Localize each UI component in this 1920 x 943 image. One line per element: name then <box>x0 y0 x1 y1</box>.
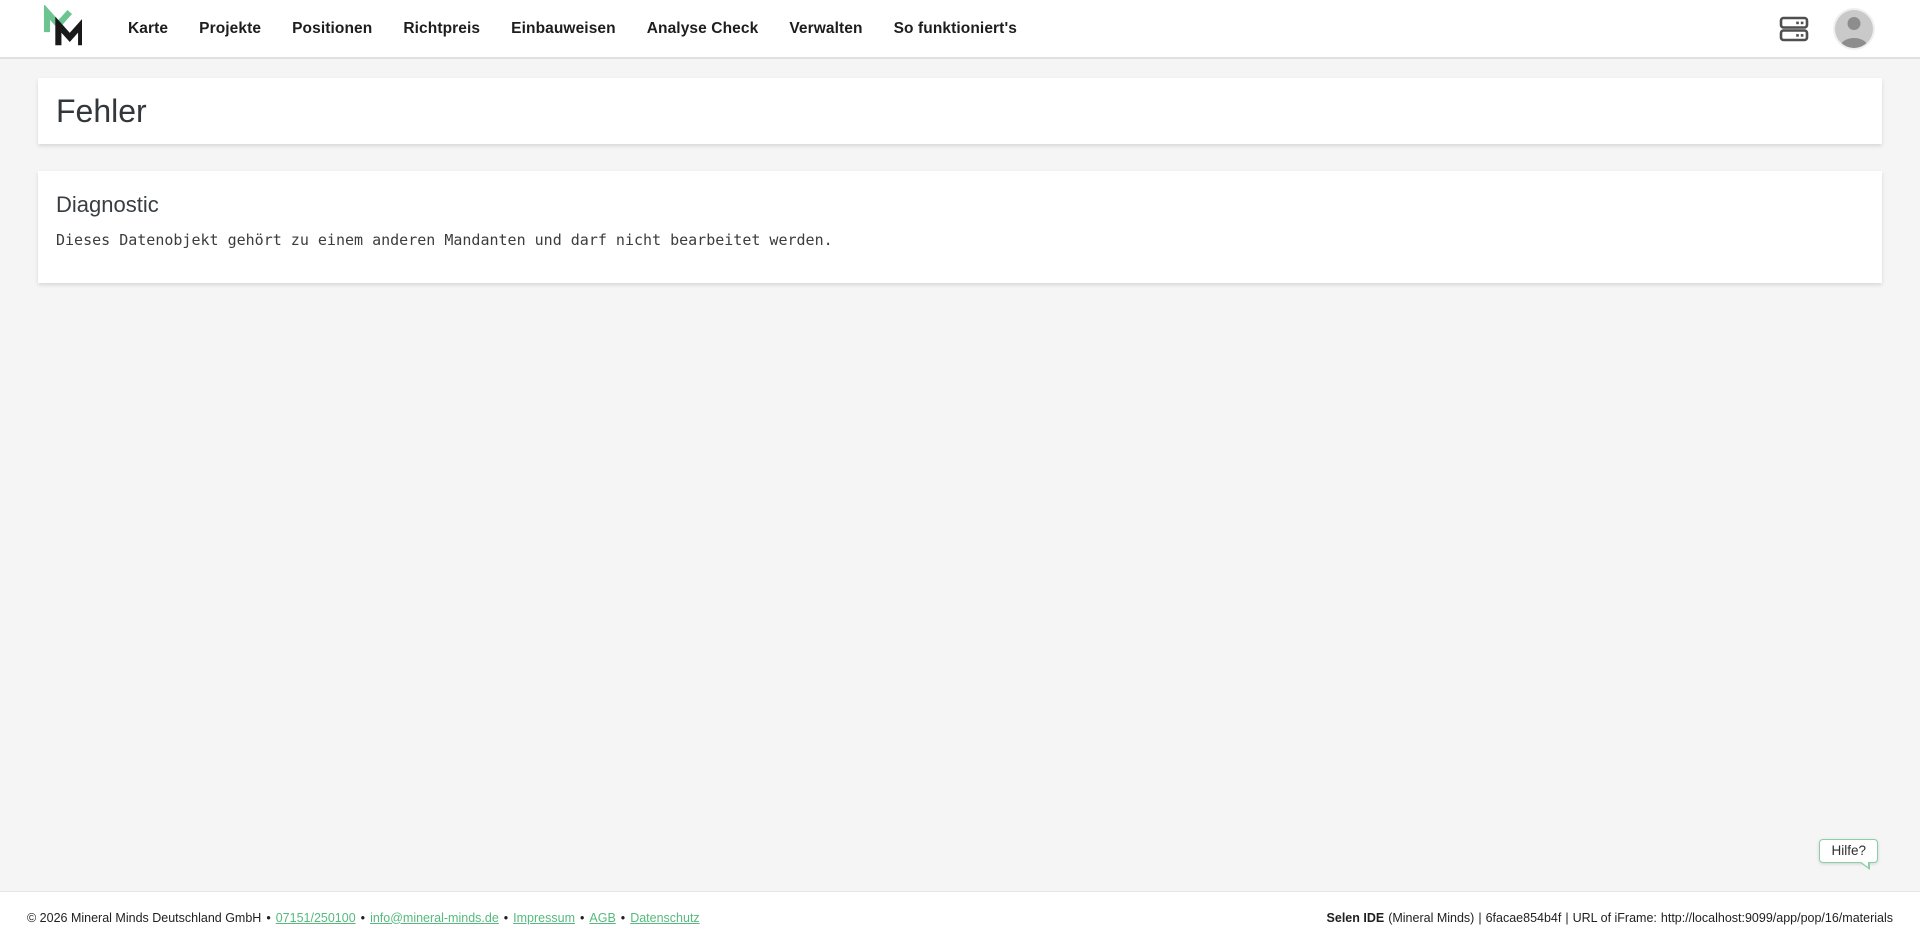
diagnostic-card: Diagnostic Dieses Datenobjekt gehört zu … <box>38 171 1882 283</box>
nav-item-positionen[interactable]: Positionen <box>292 20 372 38</box>
footer-right: Selen IDE (Mineral Minds) | 6facae854b4f… <box>1327 911 1893 925</box>
ide-name: Selen IDE <box>1327 911 1385 925</box>
footer-left: © 2026 Mineral Minds Deutschland GmbH • … <box>27 911 700 925</box>
servers-icon[interactable] <box>1779 14 1809 44</box>
avatar-torso-shape <box>1840 38 1868 48</box>
footer-bullet: • <box>504 911 508 925</box>
ide-tenant: (Mineral Minds) <box>1388 911 1474 925</box>
footer-bullet: • <box>361 911 365 925</box>
footer-link-impressum[interactable]: Impressum <box>513 911 575 925</box>
nav-item-richtpreis[interactable]: Richtpreis <box>403 20 480 38</box>
app-logo[interactable] <box>40 5 82 52</box>
footer-bullet: • <box>580 911 584 925</box>
header-actions <box>1779 10 1920 48</box>
footer-bullet: • <box>621 911 625 925</box>
nav-item-analyse-check[interactable]: Analyse Check <box>647 20 759 38</box>
diagnostic-heading: Diagnostic <box>56 192 1864 218</box>
help-button[interactable]: Hilfe? <box>1819 839 1878 863</box>
footer-link-phone[interactable]: 07151/250100 <box>276 911 356 925</box>
nav-item-karte[interactable]: Karte <box>128 20 168 38</box>
diagnostic-message: Dieses Datenobjekt gehört zu einem ander… <box>56 231 1864 249</box>
footer-link-agb[interactable]: AGB <box>589 911 615 925</box>
error-title-card: Fehler <box>38 78 1882 144</box>
top-navbar: Karte Projekte Positionen Richtpreis Ein… <box>0 0 1920 59</box>
iframe-url: http://localhost:9099/app/pop/16/materia… <box>1661 911 1893 925</box>
nav-item-verwalten[interactable]: Verwalten <box>789 20 862 38</box>
build-id: 6facae854b4f <box>1486 911 1562 925</box>
main-nav: Karte Projekte Positionen Richtpreis Ein… <box>128 20 1017 38</box>
nav-item-einbauweisen[interactable]: Einbauweisen <box>511 20 616 38</box>
avatar-head-shape <box>1848 17 1861 30</box>
footer-link-datenschutz[interactable]: Datenschutz <box>630 911 699 925</box>
footer: © 2026 Mineral Minds Deutschland GmbH • … <box>0 891 1920 943</box>
footer-pipe: | <box>1565 911 1568 925</box>
copyright-text: © 2026 Mineral Minds Deutschland GmbH <box>27 911 261 925</box>
help-button-label: Hilfe? <box>1831 843 1866 858</box>
mineral-minds-logo-icon <box>40 5 82 52</box>
iframe-url-label: URL of iFrame: <box>1573 911 1657 925</box>
page-title: Fehler <box>56 93 147 130</box>
nav-item-so-funktionierts[interactable]: So funktioniert's <box>894 20 1017 38</box>
user-avatar-icon[interactable] <box>1835 10 1873 48</box>
nav-item-projekte[interactable]: Projekte <box>199 20 261 38</box>
footer-bullet: • <box>266 911 270 925</box>
footer-link-email[interactable]: info@mineral-minds.de <box>370 911 499 925</box>
main-content: Fehler Diagnostic Dieses Datenobjekt geh… <box>0 59 1920 891</box>
footer-pipe: | <box>1478 911 1481 925</box>
